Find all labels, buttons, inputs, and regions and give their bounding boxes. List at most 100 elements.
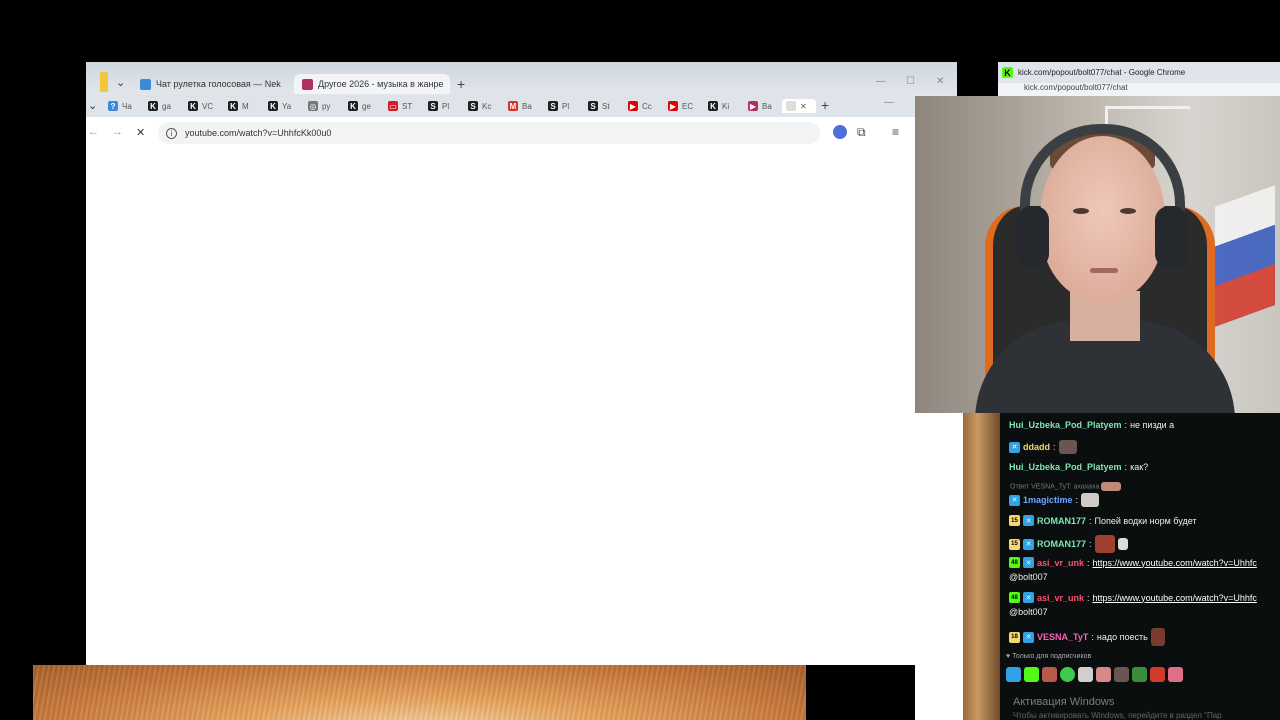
emote-icon[interactable] xyxy=(1078,667,1093,682)
chat-username[interactable]: ROMAN177 xyxy=(1037,539,1086,549)
kick-badge-icon: ✕ xyxy=(1023,557,1034,568)
emote-quick-bar[interactable] xyxy=(1006,667,1183,682)
background-tab-chat-roulette[interactable]: Чат рулетка голосовая — Nek ✕ xyxy=(140,74,286,94)
tab-title: ge xyxy=(362,101,371,111)
active-tab[interactable]: ✕ xyxy=(782,99,816,113)
browser-tab[interactable]: ▶ Cc xyxy=(628,99,652,113)
emote-icon[interactable] xyxy=(1024,667,1039,682)
background-tab-music[interactable]: Другое 2026 - музыка в жанре ✕ xyxy=(294,74,450,94)
tab-title: St xyxy=(602,101,610,111)
webcam-overlay xyxy=(915,96,1280,413)
site-info-icon[interactable]: i xyxy=(166,127,177,139)
emote-icon[interactable] xyxy=(1006,667,1021,682)
emote-icon[interactable] xyxy=(1132,667,1147,682)
tab-title: Ча xyxy=(122,101,132,111)
tab-favicon-icon: K xyxy=(268,101,278,111)
browser-tab[interactable]: S Kc xyxy=(468,99,491,113)
emote-icon[interactable] xyxy=(1114,667,1129,682)
chat-username[interactable]: 1magictime xyxy=(1023,495,1073,505)
chat-username[interactable]: ROMAN177 xyxy=(1037,516,1086,526)
tab-favicon-icon: S xyxy=(548,101,558,111)
new-tab-button[interactable]: + xyxy=(457,76,465,92)
puzzle-icon[interactable]: ⧉ xyxy=(857,125,871,139)
kick-badge-icon: ✕ xyxy=(1023,592,1034,603)
queue-icon[interactable]: ≡ xyxy=(892,125,906,139)
browser-tab[interactable]: M Ba xyxy=(508,99,532,113)
reply-reference[interactable]: Ответ VESNA_TyT: ахахаха xyxy=(1010,482,1122,491)
browser-tab[interactable]: Kga xyxy=(148,99,171,113)
new-tab-button[interactable]: + xyxy=(821,97,829,113)
chat-url-text: kick.com/popout/bolt077/chat xyxy=(1024,83,1128,92)
minimize-button[interactable]: — xyxy=(884,97,894,108)
url-text[interactable]: youtube.com/watch?v=UhhfcKk00u0 xyxy=(185,128,331,138)
browser-tab[interactable]: K Ki xyxy=(708,99,729,113)
tab-title: Cc xyxy=(642,101,652,111)
minimize-button[interactable]: — xyxy=(876,76,886,87)
tab-favicon-icon: K xyxy=(188,101,198,111)
flag xyxy=(1215,185,1275,327)
emote-icon[interactable] xyxy=(1150,667,1165,682)
reply-text: Ответ VESNA_TyT: ахахаха xyxy=(1010,483,1100,491)
browser-tab[interactable]: K Ya xyxy=(268,99,291,113)
desktop-wallpaper-strip xyxy=(963,413,1000,720)
browser-tab[interactable]: ◎ ру xyxy=(308,99,330,113)
emote-icon xyxy=(1081,493,1100,507)
maximize-button[interactable]: ☐ xyxy=(906,76,915,87)
browser-tab[interactable]: S St xyxy=(588,99,610,113)
kick-badge-icon: ✕ xyxy=(1023,515,1034,526)
chat-username[interactable]: Hui_Uzbeka_Pod_Platyem xyxy=(1009,462,1122,472)
chat-username[interactable]: asi_vr_unk xyxy=(1037,558,1084,568)
chat-username[interactable]: asi_vr_unk xyxy=(1037,593,1084,603)
chat-message: 15 ✕ ROMAN177: xyxy=(1009,535,1128,553)
chat-url-bar[interactable]: kick.com/popout/bolt077/chat xyxy=(998,83,1280,96)
browser-tab[interactable]: ? Ча xyxy=(108,99,132,113)
tab-list-icon[interactable]: ⌄ xyxy=(88,99,97,112)
chat-username[interactable]: VESNA_TyT xyxy=(1037,632,1088,642)
subscriber-badge: 15 xyxy=(1009,515,1020,526)
emote-icon[interactable] xyxy=(1060,667,1075,682)
chat-roulette-favicon-icon xyxy=(140,78,151,90)
stop-loading-button[interactable]: ✕ xyxy=(136,126,145,139)
chat-message: ✕ ddadd: xyxy=(1009,440,1077,454)
chat-username[interactable]: Hui_Uzbeka_Pod_Platyem xyxy=(1009,420,1122,430)
forward-button[interactable]: → xyxy=(112,126,123,138)
tab-favicon-icon: K xyxy=(228,101,238,111)
browser-tab[interactable]: S Pl xyxy=(428,99,449,113)
emote-icon[interactable] xyxy=(1096,667,1111,682)
headphone-earcup xyxy=(1017,206,1049,268)
kick-badge-icon: ✕ xyxy=(1023,538,1034,550)
chat-panel: Hui_Uzbeka_Pod_Platyem: не пизди а ✕ dda… xyxy=(1000,413,1280,720)
close-tab-icon[interactable]: ✕ xyxy=(800,102,807,111)
back-button[interactable]: ← xyxy=(88,126,99,138)
kick-logo-icon: K xyxy=(1002,67,1013,78)
browser-tab[interactable]: ▶ EC xyxy=(668,99,693,113)
tab-title: Kc xyxy=(482,101,492,111)
emote-icon[interactable] xyxy=(1168,667,1183,682)
extension-blue-icon[interactable] xyxy=(833,125,847,139)
chat-message: ✕ 1magictime: xyxy=(1009,493,1100,507)
browser-tab[interactable]: KM xyxy=(228,99,249,113)
emote-icon[interactable] xyxy=(1042,667,1057,682)
browser-tab[interactable]: ▶ Ba xyxy=(748,99,772,113)
tab-favicon-icon: S xyxy=(588,101,598,111)
browser-tab[interactable]: ▭ ST xyxy=(388,99,412,113)
browser-tab[interactable]: Kge xyxy=(348,99,371,113)
tab-search-icon[interactable]: ⌄ xyxy=(116,76,125,89)
chat-username[interactable]: ddadd xyxy=(1023,442,1050,452)
chat-message: Hui_Uzbeka_Pod_Platyem: не пизди а xyxy=(1009,420,1175,430)
tab-title: VC xyxy=(202,101,214,111)
chat-mention[interactable]: @bolt007 xyxy=(1009,607,1048,617)
tab-title: EC xyxy=(682,101,694,111)
close-window-button[interactable]: ✕ xyxy=(936,76,944,87)
tab-title: Ya xyxy=(282,101,292,111)
chat-mention[interactable]: @bolt007 xyxy=(1009,572,1048,582)
chat-link[interactable]: https://www.youtube.com/watch?v=Uhhfc xyxy=(1093,593,1257,603)
browser-toolbar: ← → ✕ i youtube.com/watch?v=UhhfcKk00u0 … xyxy=(86,117,915,149)
chat-text: как? xyxy=(1130,462,1149,472)
browser-tab[interactable]: K VC xyxy=(188,99,213,113)
chat-link[interactable]: https://www.youtube.com/watch?v=Uhhfc xyxy=(1093,558,1257,568)
address-bar[interactable]: i youtube.com/watch?v=UhhfcKk00u0 xyxy=(158,122,820,144)
kick-badge-icon: ✕ xyxy=(1023,631,1034,643)
chat-message: 18 ✕ VESNA_TyT: надо поесть xyxy=(1009,628,1165,646)
browser-tab[interactable]: S Pl xyxy=(548,99,569,113)
